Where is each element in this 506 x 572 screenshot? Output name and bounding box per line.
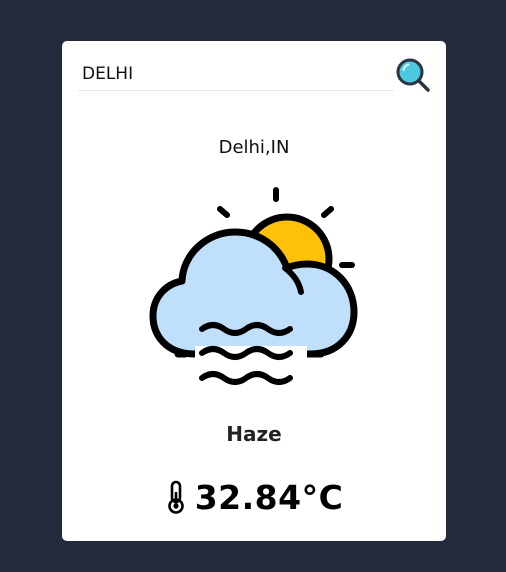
search-button[interactable] — [395, 57, 431, 93]
temperature-value: 32.84°C — [194, 477, 344, 517]
search-icon — [396, 58, 430, 92]
search-input[interactable] — [78, 57, 394, 91]
thermometer-icon — [167, 480, 184, 514]
haze-cloud-sun-icon — [149, 187, 358, 394]
weather-card: Delhi,IN Haze — [62, 41, 446, 541]
location-label: Delhi,IN — [218, 137, 290, 158]
temperature-row: 32.84°C — [62, 475, 446, 519]
weather-condition: Haze — [226, 422, 282, 446]
search-bar — [78, 57, 431, 93]
